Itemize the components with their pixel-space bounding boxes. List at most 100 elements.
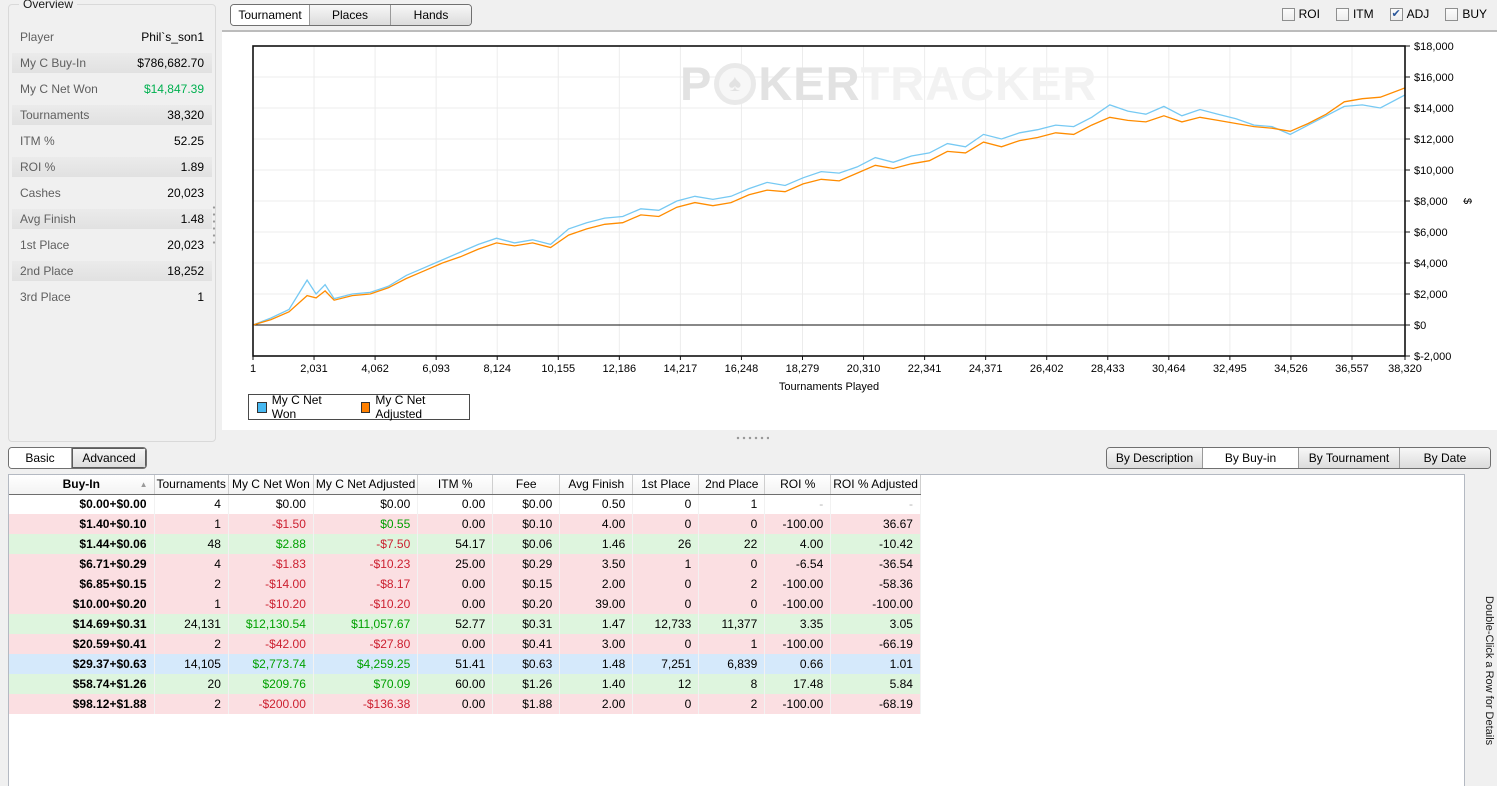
svg-text:12,186: 12,186	[602, 363, 636, 375]
tab-advanced[interactable]: Advanced	[71, 448, 146, 468]
checkbox-box[interactable]	[1281, 7, 1295, 21]
button-by-buy-in[interactable]: By Buy-in	[1202, 448, 1298, 468]
table-cell: -$27.80	[313, 634, 419, 654]
table-cell: 5.84	[830, 674, 921, 694]
table-cell: $98.12+$1.88	[9, 694, 155, 714]
table-row[interactable]: $29.37+$0.63 14,105 $2,773.74 $4,259.25 51.4…	[9, 654, 921, 674]
table-cell: -100.00	[764, 594, 832, 614]
table-row[interactable]: $1.40+$0.10 1 -$1.50 $0.55 0.00 $0.10 4.00 0 0 -1…	[9, 514, 921, 534]
table-cell: 26	[632, 534, 700, 554]
svg-text:1: 1	[250, 363, 256, 375]
table-row[interactable]: $0.00+$0.00 4 $0.00 $0.00 0.00 $0.00 0.50 0 1- -	[9, 494, 921, 514]
checkbox-buy[interactable]: BUY	[1445, 7, 1487, 21]
svg-text:$12,000: $12,000	[1414, 134, 1454, 146]
stat-label: Avg Finish	[20, 212, 76, 226]
checkbox-box[interactable]	[1445, 7, 1459, 21]
pokertracker-results-window: Overview Player Phil`s_son1 My C Buy-In $78…	[0, 0, 1497, 786]
column-header-avg-finish[interactable]: Avg Finish	[559, 475, 634, 495]
table-cell: 20	[154, 674, 229, 694]
button-by-date[interactable]: By Date	[1399, 448, 1490, 468]
table-cell: 1.46	[559, 534, 634, 554]
svg-text:16,248: 16,248	[725, 363, 759, 375]
table-cell: $209.76	[228, 674, 314, 694]
stat-value: 1	[197, 290, 204, 304]
table-cell: -$14.00	[228, 574, 314, 594]
column-header-fee[interactable]: Fee	[492, 475, 561, 495]
svg-text:20,310: 20,310	[847, 363, 881, 375]
stat-label: 3rd Place	[20, 290, 71, 304]
checkbox-adj[interactable]: ✔ ADJ	[1389, 7, 1429, 21]
button-by-tournament[interactable]: By Tournament	[1298, 448, 1399, 468]
tab-places[interactable]: Places	[309, 5, 390, 25]
svg-text:8,124: 8,124	[483, 363, 511, 375]
table-cell: 12	[632, 674, 700, 694]
table-cell: $0.63	[492, 654, 561, 674]
stat-value: 1.89	[180, 160, 204, 174]
table-cell: -$1.50	[228, 514, 314, 534]
chart-legend: My C Net Won My C Net Adjusted	[248, 393, 470, 421]
table-cell: 0	[632, 574, 700, 594]
table-cell: 3.00	[559, 634, 634, 654]
stat-value: $14,847.39	[143, 82, 204, 96]
column-header-roi-[interactable]: ROI %	[764, 475, 832, 495]
table-row[interactable]: $6.71+$0.29 4 -$1.83 -$10.23 25.00 $0.29 3.50 1…	[9, 554, 921, 574]
checkbox-box[interactable]: ✔	[1389, 7, 1403, 21]
results-table-panel: Buy-In ▲ Tournaments My C Net Won My C Net A…	[8, 474, 1465, 786]
svg-text:$16,000: $16,000	[1414, 72, 1454, 84]
checkbox-roi[interactable]: ROI	[1281, 7, 1320, 21]
tab-hands[interactable]: Hands	[390, 5, 471, 25]
table-cell: -$42.00	[228, 634, 314, 654]
table-cell: -$8.17	[313, 574, 419, 594]
table-cell: 1.40	[559, 674, 634, 694]
tab-tournament[interactable]: Tournament	[231, 5, 309, 25]
tab-basic[interactable]: Basic	[9, 448, 71, 468]
svg-text:$: $	[1461, 198, 1473, 204]
column-header-tournaments[interactable]: Tournaments	[154, 475, 229, 495]
table-row[interactable]: $10.00+$0.20 1 -$10.20 -$10.20 0.00 $0.20 39.0…	[9, 594, 921, 614]
svg-text:Tournaments Played: Tournaments Played	[779, 381, 879, 393]
svg-text:4,062: 4,062	[361, 363, 389, 375]
table-cell: 48	[154, 534, 229, 554]
column-header-1st-place[interactable]: 1st Place	[632, 475, 700, 495]
column-header-roi-adjusted[interactable]: ROI % Adjusted	[830, 475, 921, 495]
table-cell: -$136.38	[313, 694, 419, 714]
table-cell: 2.00	[559, 574, 634, 594]
table-cell: -36.54	[830, 554, 921, 574]
svg-text:14,217: 14,217	[664, 363, 698, 375]
table-row[interactable]: $58.74+$1.26 20 $209.76 $70.09 60.00 $1.26 1.4…	[9, 674, 921, 694]
table-cell: $2.88	[228, 534, 314, 554]
table-cell: $2,773.74	[228, 654, 314, 674]
checkbox-itm[interactable]: ITM	[1335, 7, 1374, 21]
table-cell: 1	[154, 594, 229, 614]
button-by-description[interactable]: By Description	[1107, 448, 1202, 468]
column-header-my-c-net-adjusted[interactable]: My C Net Adjusted	[313, 475, 419, 495]
svg-text:$18,000: $18,000	[1414, 41, 1454, 53]
table-cell: $0.15	[492, 574, 561, 594]
table-cell: $20.59+$0.41	[9, 634, 155, 654]
table-row[interactable]: $98.12+$1.88 2 -$200.00 -$136.38 0.00 $1.88 2.…	[9, 694, 921, 714]
column-header-buy-in[interactable]: Buy-In ▲	[9, 475, 155, 495]
table-row[interactable]: $1.44+$0.06 48 $2.88 -$7.50 54.17 $0.06 1.46 26…	[9, 534, 921, 554]
column-header-2nd-place[interactable]: 2nd Place	[698, 475, 766, 495]
panel-splitter-handle[interactable]	[735, 436, 769, 440]
table-cell: 0.00	[417, 634, 494, 654]
overview-stat-row: My C Buy-In $786,682.70	[12, 53, 212, 73]
stat-label: My C Buy-In	[20, 56, 87, 70]
column-header-my-c-net-won[interactable]: My C Net Won	[228, 475, 314, 495]
sidebar-splitter-handle[interactable]	[212, 204, 216, 244]
table-cell: -$10.23	[313, 554, 419, 574]
table-cell: 1.01	[830, 654, 921, 674]
overview-stat-row: 1st Place 20,023	[12, 235, 212, 255]
table-cell: 0	[632, 634, 700, 654]
chart-panel: P ♠ KER TRACKER 1 2,031 4,062 6,093 8,124 10,…	[222, 30, 1497, 430]
overview-stat-row: My C Net Won $14,847.39	[12, 79, 212, 99]
stat-label: Tournaments	[20, 108, 90, 122]
table-row[interactable]: $6.85+$0.15 2 -$14.00 -$8.17 0.00 $0.15 2.00 0 2…	[9, 574, 921, 594]
table-row[interactable]: $14.69+$0.31 24,131 $12,130.54 $11,057.67 52…	[9, 614, 921, 634]
column-header-itm-[interactable]: ITM %	[417, 475, 494, 495]
checkbox-box[interactable]	[1335, 7, 1349, 21]
table-cell: 2.00	[559, 694, 634, 714]
table-row[interactable]: $20.59+$0.41 2 -$42.00 -$27.80 0.00 $0.41 3.00…	[9, 634, 921, 654]
table-cell: 22	[698, 534, 766, 554]
svg-text:36,557: 36,557	[1335, 363, 1369, 375]
